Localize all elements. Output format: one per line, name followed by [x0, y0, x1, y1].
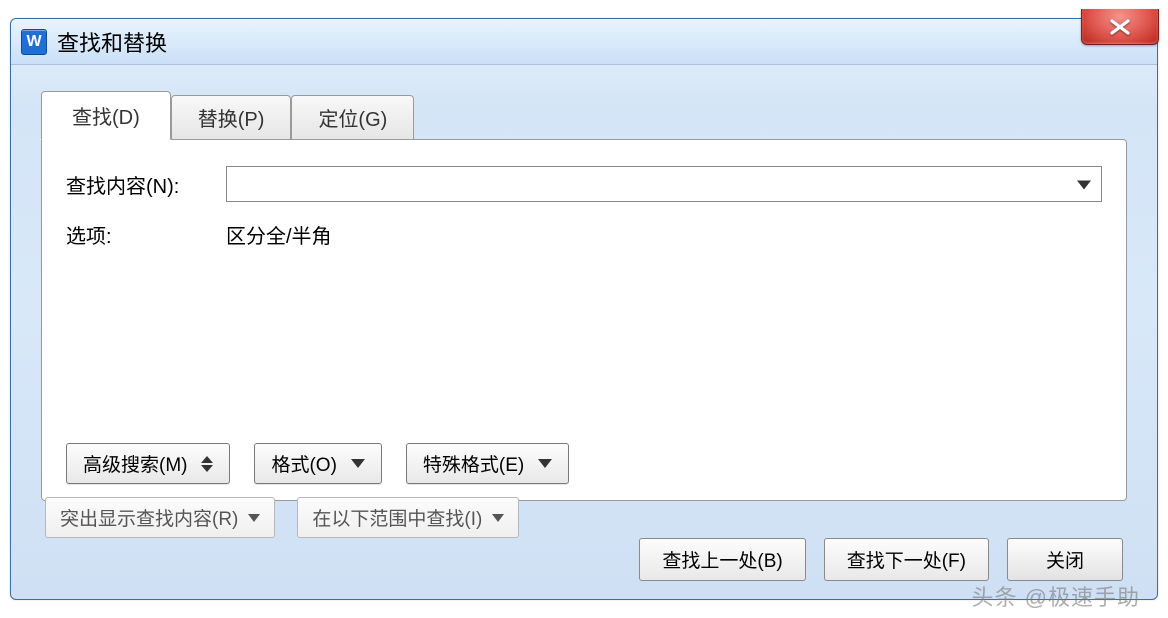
client-area: 查找(D) 替换(P) 定位(G) 查找内容(N): 选项: 区分全/半角 高级… — [41, 99, 1127, 575]
find-prev-button[interactable]: 查找上一处(B) — [639, 538, 805, 581]
close-window-button[interactable] — [1081, 9, 1159, 45]
format-label: 格式(O) — [271, 450, 336, 477]
tab-replace[interactable]: 替换(P) — [171, 95, 292, 140]
close-button[interactable]: 关闭 — [1007, 538, 1123, 581]
advanced-search-button[interactable]: 高级搜索(M) — [66, 443, 230, 484]
find-content-input[interactable] — [226, 166, 1102, 202]
find-next-button[interactable]: 查找下一处(F) — [824, 538, 989, 581]
special-format-label: 特殊格式(E) — [423, 450, 524, 477]
expand-collapse-icon — [201, 456, 213, 472]
dialog-footer: 突出显示查找内容(R) 在以下范围中查找(I) 查找上一处(B) 查找下一处(F… — [41, 479, 1127, 575]
options-value: 区分全/半角 — [226, 220, 332, 249]
row-find-content: 查找内容(N): — [66, 166, 1102, 202]
chevron-down-icon — [492, 514, 504, 522]
chevron-down-icon — [1077, 174, 1091, 195]
format-button[interactable]: 格式(O) — [254, 443, 381, 484]
window-title: 查找和替换 — [57, 26, 167, 58]
label-options: 选项: — [66, 220, 226, 249]
close-icon — [1108, 18, 1132, 36]
highlight-results-label: 突出显示查找内容(R) — [60, 504, 238, 531]
highlight-results-button[interactable]: 突出显示查找内容(R) — [45, 497, 275, 538]
chevron-down-icon — [538, 459, 552, 468]
find-in-button[interactable]: 在以下范围中查找(I) — [297, 497, 519, 538]
titlebar: W 查找和替换 — [11, 19, 1157, 65]
special-format-button[interactable]: 特殊格式(E) — [406, 443, 569, 484]
label-find-content: 查找内容(N): — [66, 170, 226, 199]
tab-strip: 查找(D) 替换(P) 定位(G) — [41, 99, 1127, 139]
find-in-label: 在以下范围中查找(I) — [312, 504, 482, 531]
panel-button-row: 高级搜索(M) 格式(O) 特殊格式(E) — [66, 443, 569, 484]
row-options: 选项: 区分全/半角 — [66, 220, 1102, 249]
footer-row-1: 突出显示查找内容(R) 在以下范围中查找(I) — [41, 479, 1127, 538]
footer-row-2: 查找上一处(B) 查找下一处(F) 关闭 — [41, 538, 1127, 585]
tab-find[interactable]: 查找(D) — [41, 91, 171, 140]
app-icon: W — [21, 29, 47, 55]
advanced-search-label: 高级搜索(M) — [83, 450, 187, 477]
chevron-down-icon — [351, 459, 365, 468]
chevron-down-icon — [248, 514, 260, 522]
tab-panel: 查找内容(N): 选项: 区分全/半角 高级搜索(M) 格式(O) — [41, 139, 1127, 501]
tab-goto[interactable]: 定位(G) — [291, 95, 414, 140]
dialog-window: W 查找和替换 查找(D) 替换(P) 定位(G) 查找内容(N): 选项: — [10, 18, 1158, 600]
